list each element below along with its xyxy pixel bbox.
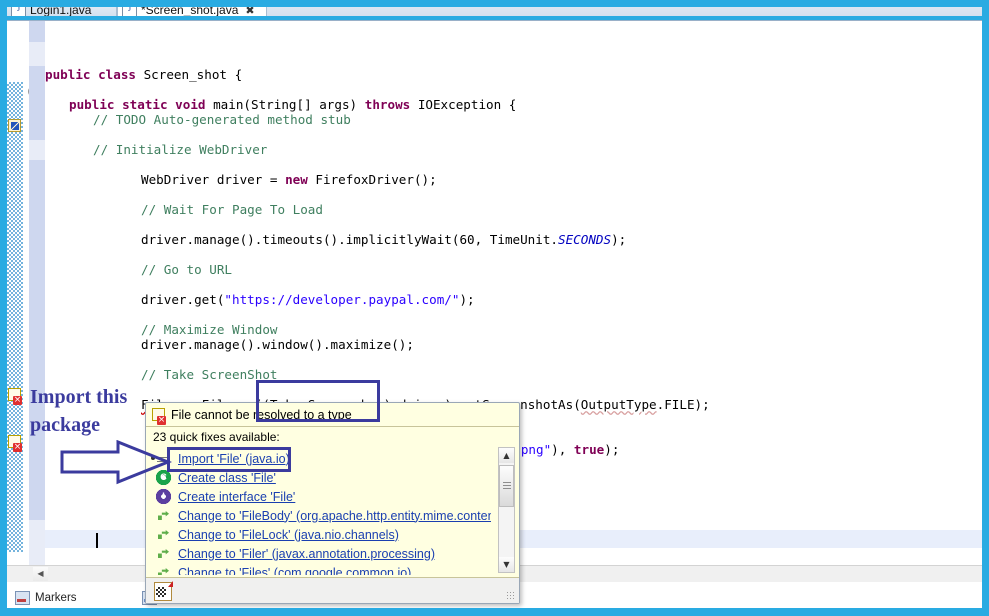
code-token: ); — [611, 232, 627, 247]
popup-scrollbar[interactable]: ▲ ▼ — [498, 447, 515, 573]
code-line: public static void main(String[] args) t… — [69, 97, 516, 112]
code-token: class — [98, 67, 144, 82]
error-marker-icon[interactable] — [8, 388, 22, 405]
code-token: .FILE); — [656, 397, 710, 412]
code-token: new — [285, 172, 316, 187]
frame-border-right — [982, 0, 989, 616]
editor-annotation-ruler[interactable] — [7, 20, 23, 573]
change-icon — [156, 527, 171, 542]
interface-icon — [156, 489, 171, 504]
annotation-label: Import this package — [30, 383, 170, 439]
code-token: main(String[] args) — [213, 97, 365, 112]
text-caret — [96, 533, 98, 548]
quickfix-marker-icon[interactable] — [8, 119, 21, 132]
code-token: true — [573, 442, 605, 457]
code-token: ), — [551, 442, 574, 457]
change-icon — [156, 546, 171, 561]
code-line: WebDriver driver = new FirefoxDriver(); — [141, 172, 437, 187]
code-token: public — [45, 67, 99, 82]
code-token: // Initialize WebDriver — [93, 142, 268, 157]
quick-fix-label[interactable]: Change to 'Files' (com.google.common.io) — [178, 566, 411, 576]
frame-border-bottom — [0, 608, 989, 616]
popup-footer — [146, 577, 519, 603]
change-icon — [156, 508, 171, 523]
code-line: // Take ScreenShot — [141, 367, 277, 382]
quick-fix-label[interactable]: Import 'File' (java.io) — [178, 452, 290, 466]
code-token: SECONDS — [558, 232, 612, 247]
code-token: driver.manage().timeouts().implicitlyWai… — [141, 232, 559, 247]
quick-fix-item[interactable]: Import 'File' (java.io) — [148, 449, 491, 468]
code-token: throws — [364, 97, 418, 112]
code-token: void — [175, 97, 214, 112]
markers-icon — [15, 591, 30, 605]
bottom-tab-markers[interactable]: Markers — [15, 591, 77, 605]
folding-ruler[interactable] — [29, 20, 45, 573]
quick-fix-item[interactable]: Change to 'FileLock' (java.nio.channels) — [148, 525, 491, 544]
quick-fix-list[interactable]: Import 'File' (java.io) Create class 'Fil… — [148, 449, 491, 575]
code-token: Screen_shot { — [143, 67, 243, 82]
scroll-left-icon[interactable]: ◀ — [33, 567, 48, 581]
code-token: // Take ScreenShot — [141, 367, 278, 382]
code-token: IOException { — [417, 97, 517, 112]
annotation-label-line2: package — [30, 414, 100, 436]
bottom-tab-label: Markers — [35, 592, 77, 604]
javadoc-view-icon[interactable] — [154, 581, 173, 601]
quick-fix-item[interactable]: Create class 'File' — [148, 468, 491, 487]
error-marker-icon[interactable] — [8, 435, 22, 452]
code-token: OutputType — [580, 397, 657, 412]
code-line: // Initialize WebDriver — [93, 142, 267, 157]
frame-border-top-inner — [0, 16, 989, 20]
scrollbar-thumb[interactable] — [499, 465, 514, 507]
frame-border-left — [0, 0, 7, 616]
code-line: // Wait For Page To Load — [141, 202, 323, 217]
popup-error-header: File cannot be resolved to a type — [146, 403, 519, 427]
eclipse-screenshot: J Login1.java J *Screen_shot.java ✖ × × … — [0, 0, 989, 616]
resize-grip[interactable] — [506, 591, 515, 600]
quick-fix-item[interactable]: Change to 'Files' (com.google.common.io) — [148, 563, 491, 576]
code-token: // Go to URL — [141, 262, 232, 277]
code-token: driver.get( — [141, 292, 225, 307]
code-line: // Maximize Window — [141, 322, 277, 337]
quick-fix-item[interactable]: Change to 'FileBody' (org.apache.http.en… — [148, 506, 491, 525]
quick-fix-label[interactable]: Change to 'FileBody' (org.apache.http.en… — [178, 509, 491, 523]
code-token: FirefoxDriver(); — [315, 172, 437, 187]
code-token: // Wait For Page To Load — [141, 202, 323, 217]
annotation-right-arrow-icon — [60, 440, 173, 485]
code-token: // Maximize Window — [141, 322, 278, 337]
quick-fix-label[interactable]: Create class 'File' — [178, 471, 276, 485]
annotation-label-line1: Import this — [30, 386, 128, 408]
scroll-down-icon[interactable]: ▼ — [499, 557, 514, 572]
code-token: WebDriver driver = — [141, 172, 286, 187]
code-line: // Go to URL — [141, 262, 232, 277]
change-icon — [156, 565, 171, 575]
code-token: static — [122, 97, 176, 112]
popup-error-message: File cannot be resolved to a type — [171, 407, 352, 422]
code-token: ); — [604, 442, 620, 457]
code-line: driver.get("https://developer.paypal.com… — [141, 292, 475, 307]
code-token: // TODO Auto-generated method stub — [93, 112, 351, 127]
code-token: ); — [459, 292, 475, 307]
quick-fix-label[interactable]: Change to 'Filer' (javax.annotation.proc… — [178, 547, 435, 561]
quick-fix-label[interactable]: Create interface 'File' — [178, 490, 295, 504]
code-line: driver.manage().window().maximize(); — [141, 337, 414, 352]
quick-fix-popup[interactable]: File cannot be resolved to a type 23 qui… — [145, 402, 520, 604]
code-line: public class Screen_shot { — [45, 67, 242, 82]
code-token: "https://developer.paypal.com/" — [224, 292, 460, 307]
quick-fix-item[interactable]: Change to 'Filer' (javax.annotation.proc… — [148, 544, 491, 563]
quick-fix-label[interactable]: Change to 'FileLock' (java.nio.channels) — [178, 528, 399, 542]
quick-fix-item[interactable]: Create interface 'File' — [148, 487, 491, 506]
frame-border-top — [0, 0, 989, 7]
code-token: driver.manage().window().maximize(); — [141, 337, 414, 352]
code-line: // TODO Auto-generated method stub — [93, 112, 351, 127]
scroll-up-icon[interactable]: ▲ — [499, 448, 514, 463]
code-line: driver.manage().timeouts().implicitlyWai… — [141, 232, 626, 247]
code-token: public — [69, 97, 123, 112]
change-bar — [7, 82, 23, 552]
